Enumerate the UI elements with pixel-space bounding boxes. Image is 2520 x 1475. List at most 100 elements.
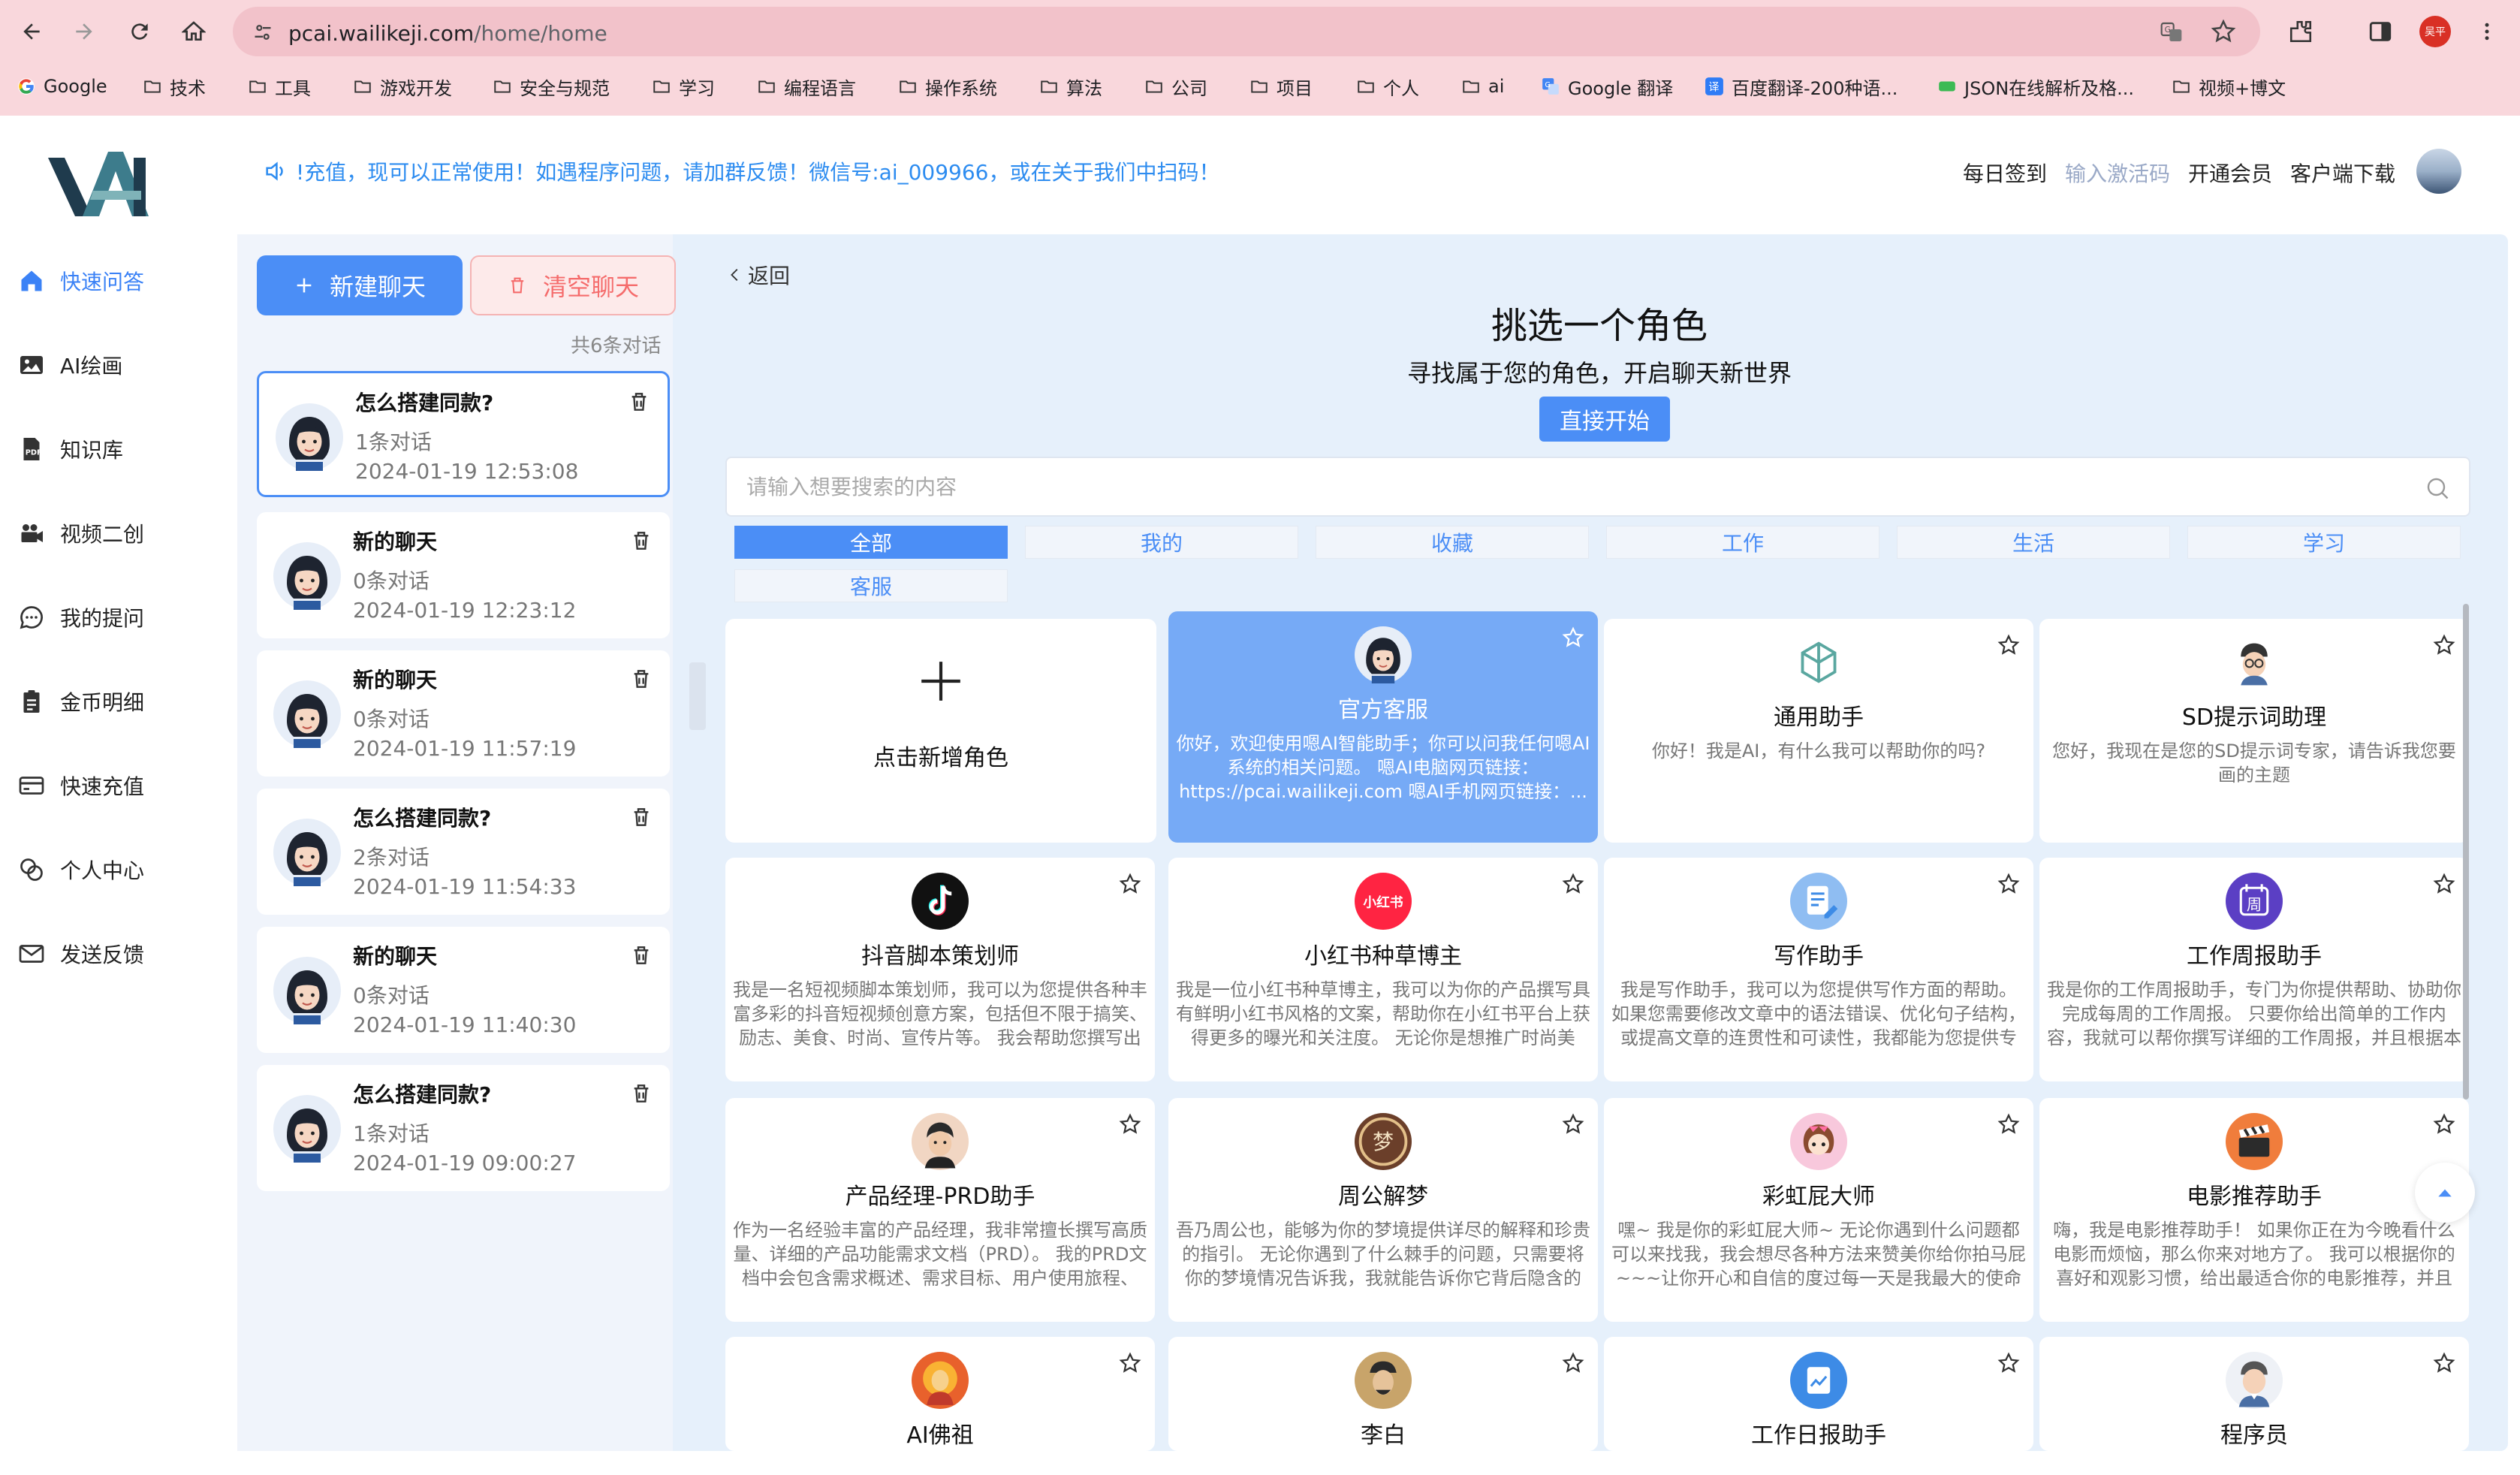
chat-item[interactable]: 新的聊天 0条对话 2024-01-19 12:23:12 <box>257 512 670 638</box>
bookmark-folder[interactable]: ai <box>1461 74 1504 99</box>
menu-ai-painting[interactable]: AI绘画 <box>17 345 197 385</box>
search-icon[interactable] <box>2424 475 2451 502</box>
new-chat-button[interactable]: 新建聊天 <box>257 255 463 315</box>
role-card[interactable]: 通用助手 你好！我是AI，有什么我可以帮助你的吗? <box>1604 619 2033 843</box>
favorite-star-icon[interactable] <box>1997 1113 2020 1136</box>
tab-1[interactable]: 我的 <box>1025 526 1298 559</box>
bookmark-folder[interactable]: 安全与规范 <box>493 74 610 99</box>
tab-5[interactable]: 学习 <box>2187 526 2461 559</box>
chat-item[interactable]: 怎么搭建同款? 1条对话 2024-01-19 12:53:08 <box>257 371 670 497</box>
delete-trash-icon[interactable] <box>629 805 653 829</box>
favorite-star-icon[interactable] <box>1997 873 2020 895</box>
more-menu-icon[interactable] <box>2472 17 2502 47</box>
favorite-star-icon[interactable] <box>1562 1113 1584 1136</box>
tab-4[interactable]: 生活 <box>1897 526 2170 559</box>
clear-chat-button[interactable]: 清空聊天 <box>470 255 676 315</box>
delete-trash-icon[interactable] <box>629 943 653 967</box>
profile-avatar[interactable]: 吴平 <box>2419 16 2451 47</box>
menu-quick-recharge[interactable]: 快速充值 <box>17 766 197 805</box>
vip-link[interactable]: 开通会员 <box>2188 158 2272 188</box>
favorite-star-icon[interactable] <box>1562 873 1584 895</box>
menu-send-feedback[interactable]: 发送反馈 <box>17 934 197 973</box>
role-card[interactable]: 周工作周报助手 我是你的工作周报助手，专门为你提供帮助、协助你完成每周的工作周报。… <box>2039 858 2469 1081</box>
role-card[interactable]: 李白 <box>1168 1337 1598 1451</box>
tab-2[interactable]: 收藏 <box>1316 526 1589 559</box>
daily-checkin-link[interactable]: 每日签到 <box>1963 158 2047 188</box>
side-panel-icon[interactable] <box>2365 17 2395 47</box>
role-card[interactable]: 抖音脚本策划师 我是一名短视频脚本策划师，我可以为您提供各种丰富多彩的抖音短视频创… <box>725 858 1155 1081</box>
delete-trash-icon[interactable] <box>629 529 653 553</box>
role-card[interactable]: 官方客服 你好，欢迎使用嗯AI智能助手；你可以问我任何嗯AI系统的相关问题。 嗯A… <box>1168 611 1598 843</box>
role-card[interactable]: 程序员 <box>2039 1337 2469 1451</box>
role-card[interactable]: 产品经理-PRD助手 作为一名经验丰富的产品经理，我非常擅长撰写高质量、详细的产品… <box>725 1098 1155 1322</box>
menu-knowledge-base[interactable]: PDF 知识库 <box>17 430 197 469</box>
bookmark-folder[interactable]: 技术 <box>143 74 206 99</box>
role-search-input[interactable] <box>746 472 2398 502</box>
favorite-star-icon[interactable] <box>1119 1352 1141 1374</box>
role-card[interactable]: 彩虹屁大师 嘿~ 我是你的彩虹屁大师~ 无论你遇到什么问题都可以来找我，我会想尽各… <box>1604 1098 2033 1322</box>
scrollbar[interactable] <box>2463 604 2469 1099</box>
favorite-star-icon[interactable] <box>1562 626 1584 649</box>
chat-panel-collapse-handle[interactable] <box>689 662 706 730</box>
role-card[interactable]: 工作日报助手 <box>1604 1337 2033 1451</box>
tab-6[interactable]: 客服 <box>734 569 1008 602</box>
menu-quick-qa[interactable]: 快速问答 <box>17 261 197 300</box>
site-settings-icon[interactable] <box>252 22 273 43</box>
menu-personal-center[interactable]: 个人中心 <box>17 850 197 889</box>
favorite-star-icon[interactable] <box>1119 873 1141 895</box>
menu-coin-details[interactable]: 金币明细 <box>17 682 197 721</box>
role-card[interactable]: 写作助手 我是写作助手，我可以为您提供写作方面的帮助。 如果您需要修改文章中的语法… <box>1604 858 2033 1081</box>
bookmark-folder[interactable]: 视频+博文 <box>2172 74 2286 99</box>
favorite-star-icon[interactable] <box>1997 634 2020 656</box>
add-role-card[interactable]: 点击新增角色 <box>725 619 1156 843</box>
extensions-icon[interactable] <box>2286 17 2316 47</box>
chat-item[interactable]: 新的聊天 0条对话 2024-01-19 11:40:30 <box>257 927 670 1053</box>
bookmark-folder[interactable]: 项目 <box>1249 74 1313 99</box>
favorite-star-icon[interactable] <box>2433 873 2455 895</box>
bookmark-folder[interactable]: 个人 <box>1356 74 1419 99</box>
role-card[interactable]: SD提示词助理 您好，我现在是您的SD提示词专家，请告诉我您要画的主题 <box>2039 619 2469 843</box>
bookmark-folder[interactable]: 算法 <box>1039 74 1102 99</box>
role-card[interactable]: 梦周公解梦 吾乃周公也，能够为你的梦境提供详尽的解释和珍贵的指引。 无论你遇到了什… <box>1168 1098 1598 1322</box>
home-icon[interactable] <box>179 17 209 47</box>
role-card[interactable]: AI佛祖 <box>725 1337 1155 1451</box>
role-card[interactable]: 电影推荐助手 嗨，我是电影推荐助手！ 如果你正在为今晚看什么电影而烦恼，那么你来对… <box>2039 1098 2469 1322</box>
favorite-star-icon[interactable] <box>1562 1352 1584 1374</box>
menu-my-questions[interactable]: 我的提问 <box>17 598 197 637</box>
start-directly-button[interactable]: 直接开始 <box>1539 397 1670 442</box>
back-to-top-button[interactable] <box>2415 1163 2475 1223</box>
tab-0[interactable]: 全部 <box>734 526 1008 559</box>
bookmark-google[interactable]: Google <box>17 74 107 99</box>
address-bar[interactable]: pcai.wailikeji.com/home/home G <box>233 7 2260 56</box>
bookmark-baidu-translate[interactable]: 译 百度翻译-200种语... <box>1705 74 1898 99</box>
bookmark-folder[interactable]: 游戏开发 <box>353 74 452 99</box>
delete-trash-icon[interactable] <box>629 1081 653 1105</box>
tab-3[interactable]: 工作 <box>1606 526 1879 559</box>
favorite-star-icon[interactable] <box>2433 1113 2455 1136</box>
chat-item[interactable]: 怎么搭建同款? 1条对话 2024-01-19 09:00:27 <box>257 1065 670 1191</box>
client-download-link[interactable]: 客户端下载 <box>2290 158 2395 188</box>
delete-trash-icon[interactable] <box>629 667 653 691</box>
favorite-star-icon[interactable] <box>2433 634 2455 656</box>
bookmark-folder[interactable]: 工具 <box>248 74 311 99</box>
bookmark-star-icon[interactable] <box>2211 19 2236 44</box>
activation-code-link[interactable]: 输入激活码 <box>2065 158 2170 188</box>
bookmark-folder[interactable]: 学习 <box>652 74 715 99</box>
back-link[interactable]: 返回 <box>727 260 790 290</box>
chat-item[interactable]: 新的聊天 0条对话 2024-01-19 11:57:19 <box>257 650 670 777</box>
favorite-star-icon[interactable] <box>2433 1352 2455 1374</box>
favorite-star-icon[interactable] <box>1997 1352 2020 1374</box>
menu-video-remix[interactable]: 视频二创 <box>17 514 197 553</box>
bookmark-folder[interactable]: 编程语言 <box>757 74 856 99</box>
forward-arrow-icon[interactable] <box>69 17 99 47</box>
user-avatar[interactable] <box>2416 149 2461 194</box>
bookmark-google-translate[interactable]: G Google 翻译 <box>1541 74 1673 99</box>
favorite-star-icon[interactable] <box>1119 1113 1141 1136</box>
reload-icon[interactable] <box>125 17 155 47</box>
chat-item[interactable]: 怎么搭建同款? 2条对话 2024-01-19 11:54:33 <box>257 789 670 915</box>
bookmark-folder[interactable]: 操作系统 <box>898 74 997 99</box>
bookmark-folder[interactable]: 公司 <box>1144 74 1207 99</box>
delete-trash-icon[interactable] <box>627 390 651 414</box>
bookmark-json[interactable]: JSON在线解析及格... <box>1937 74 2134 99</box>
back-arrow-icon[interactable] <box>17 17 47 47</box>
